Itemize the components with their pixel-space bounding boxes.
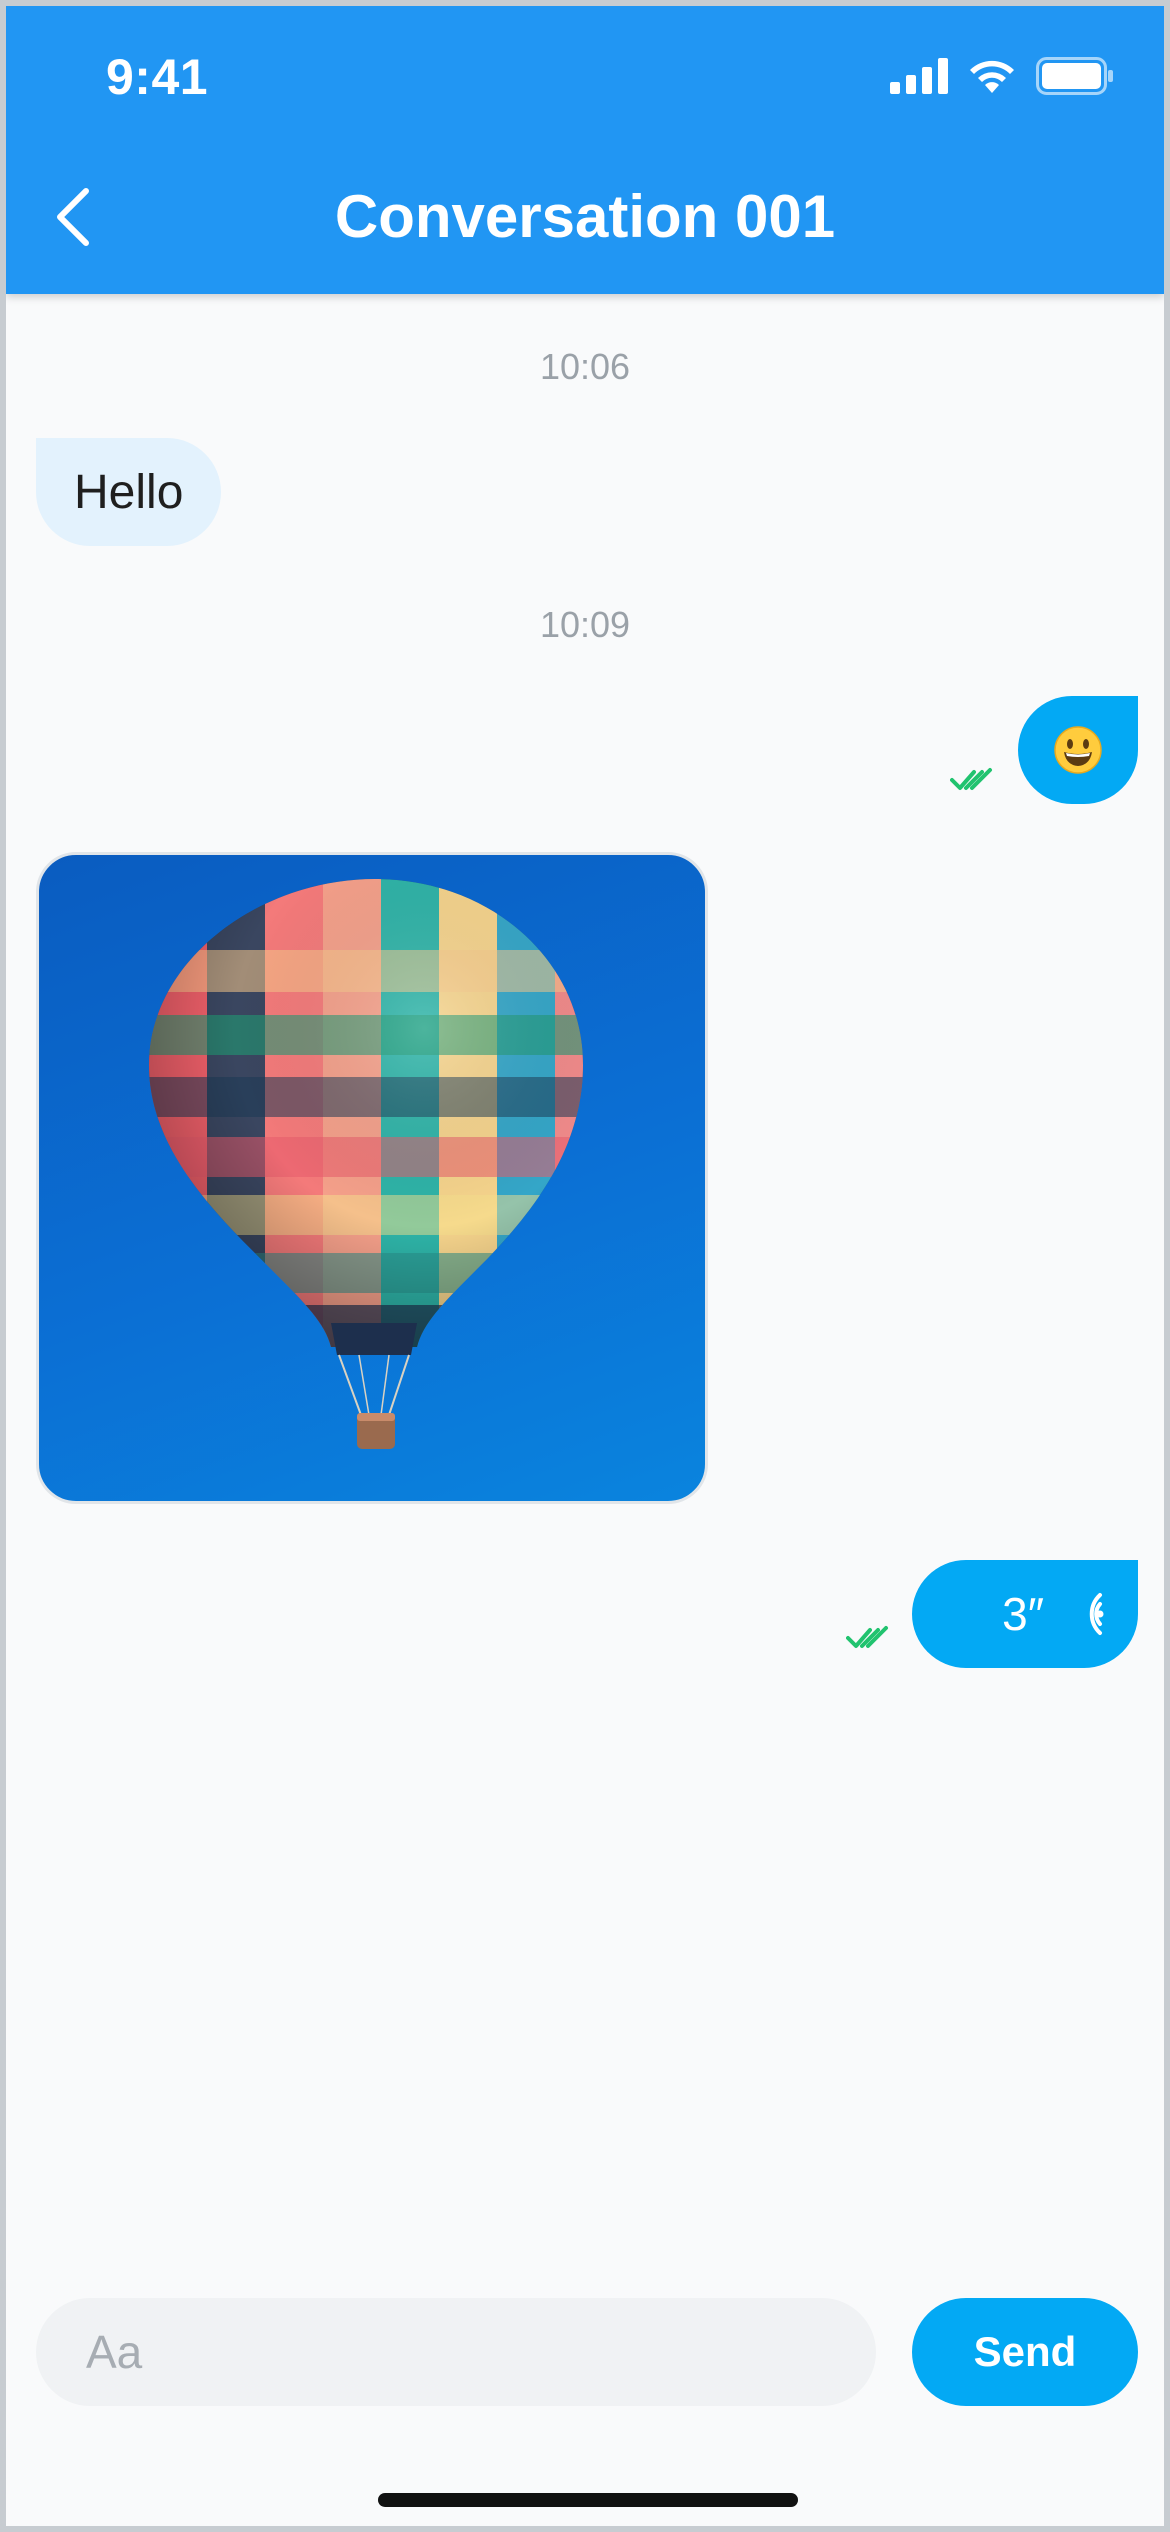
wifi-icon (970, 60, 1014, 93)
message-text: Hello (74, 465, 184, 519)
outgoing-voice-bubble[interactable]: 3″ (912, 1560, 1138, 1668)
read-receipt-icon (846, 1626, 888, 1648)
grinning-face-emoji-icon (1054, 726, 1102, 774)
status-time: 9:41 (106, 49, 209, 105)
status-icons (890, 56, 1114, 96)
message-timestamp: 10:09 (539, 604, 631, 645)
message-input[interactable] (36, 2298, 876, 2406)
message-timestamp: 10:06 (539, 346, 631, 387)
cellular-signal-icon (890, 58, 948, 94)
hot-air-balloon-photo (149, 879, 583, 1449)
incoming-message-bubble[interactable]: Hello (36, 438, 222, 546)
conversation-title: Conversation 001 (334, 183, 836, 250)
outgoing-emoji-bubble[interactable] (1018, 696, 1138, 804)
voice-wave-icon (1089, 1593, 1104, 1635)
incoming-image-message[interactable] (36, 852, 708, 1504)
send-button[interactable]: Send (912, 2298, 1138, 2406)
phone-screen: 9:41 Conversation 001 10:06 Hello 10:09 … (0, 0, 1170, 2532)
home-indicator[interactable] (378, 2493, 798, 2507)
read-receipt-icon (950, 768, 992, 790)
voice-duration: 3″ (1002, 1588, 1044, 1640)
app-header: 9:41 Conversation 001 (6, 6, 1164, 294)
battery-icon (1036, 57, 1113, 95)
